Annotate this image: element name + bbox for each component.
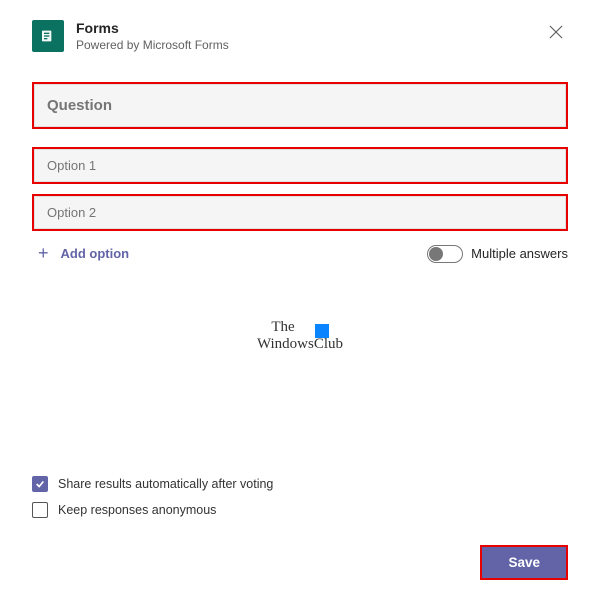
watermark: The WindowsClub (32, 319, 568, 353)
watermark-line1: The (271, 319, 294, 336)
watermark-square-icon (315, 324, 329, 338)
watermark-line2: WindowsClub (257, 336, 343, 353)
multiple-answers-label: Multiple answers (471, 246, 568, 261)
multiple-answers-toggle[interactable] (427, 245, 463, 263)
share-results-label: Share results automatically after voting (58, 477, 273, 491)
option-1-highlight (32, 147, 568, 184)
save-button[interactable]: Save (482, 547, 566, 578)
app-subtitle: Powered by Microsoft Forms (76, 38, 532, 52)
anonymous-label: Keep responses anonymous (58, 503, 216, 517)
question-field-highlight (32, 82, 568, 129)
app-title: Forms (76, 20, 532, 36)
forms-app-icon (32, 20, 64, 52)
close-button[interactable] (544, 20, 568, 44)
option-1-input[interactable] (34, 149, 566, 182)
share-results-checkbox[interactable] (32, 476, 48, 492)
anonymous-checkbox[interactable] (32, 502, 48, 518)
add-option-label: Add option (61, 246, 130, 261)
option-2-input[interactable] (34, 196, 566, 229)
question-input[interactable] (34, 84, 566, 127)
save-button-highlight: Save (480, 545, 568, 580)
add-option-button[interactable]: + Add option (32, 243, 129, 264)
plus-icon: + (38, 243, 49, 264)
option-2-highlight (32, 194, 568, 231)
